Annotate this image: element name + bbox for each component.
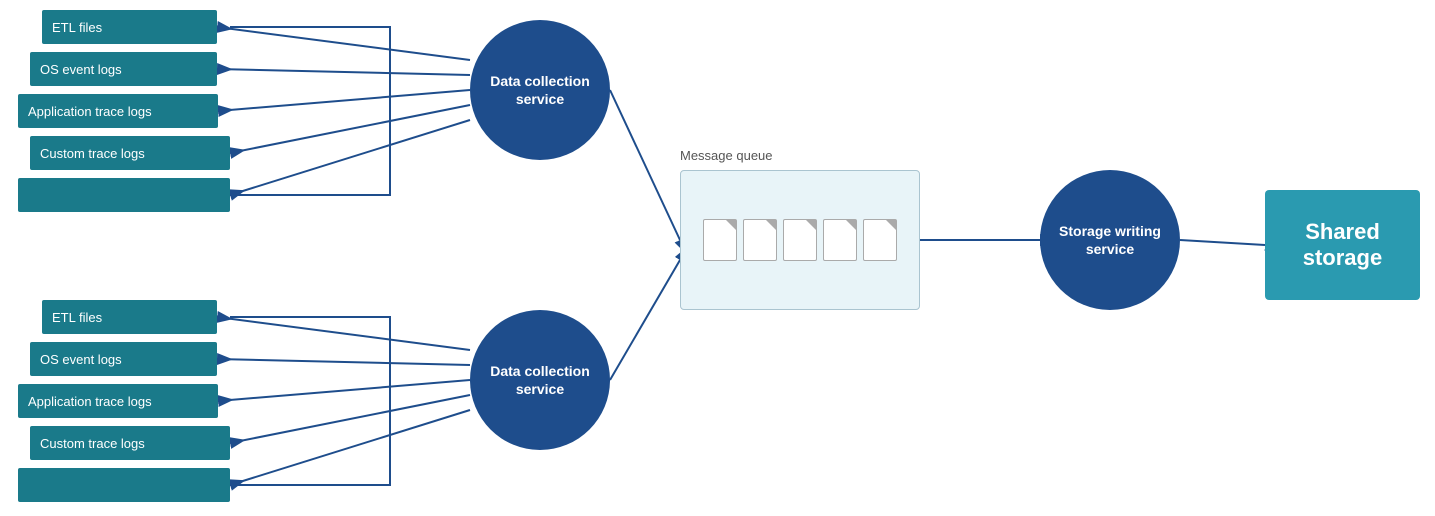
message-queue-box xyxy=(680,170,920,310)
data-collection-circle-top: Data collection service xyxy=(470,20,610,160)
custom-trace-logs-top: Custom trace logs xyxy=(30,136,230,170)
architecture-diagram: ETL files OS event logs Application trac… xyxy=(0,0,1435,516)
etl-files-bot: ETL files xyxy=(42,300,217,334)
doc-icon-4 xyxy=(823,219,857,261)
os-event-logs-top: OS event logs xyxy=(30,52,217,86)
doc-icon-5 xyxy=(863,219,897,261)
doc-icon-2 xyxy=(743,219,777,261)
app-trace-logs-bot: Application trace logs xyxy=(18,384,218,418)
storage-writing-circle: Storage writing service xyxy=(1040,170,1180,310)
doc-icon-3 xyxy=(783,219,817,261)
shared-storage-box: Shared storage xyxy=(1265,190,1420,300)
doc-icons-group xyxy=(681,171,919,309)
app-trace-logs-top: Application trace logs xyxy=(18,94,218,128)
message-queue-label: Message queue xyxy=(680,148,773,163)
bottom-spacer-top xyxy=(18,178,230,212)
data-collection-circle-bot: Data collection service xyxy=(470,310,610,450)
custom-trace-logs-bot: Custom trace logs xyxy=(30,426,230,460)
bottom-spacer-bot xyxy=(18,468,230,502)
etl-files-top: ETL files xyxy=(42,10,217,44)
doc-icon-1 xyxy=(703,219,737,261)
os-event-logs-bot: OS event logs xyxy=(30,342,217,376)
